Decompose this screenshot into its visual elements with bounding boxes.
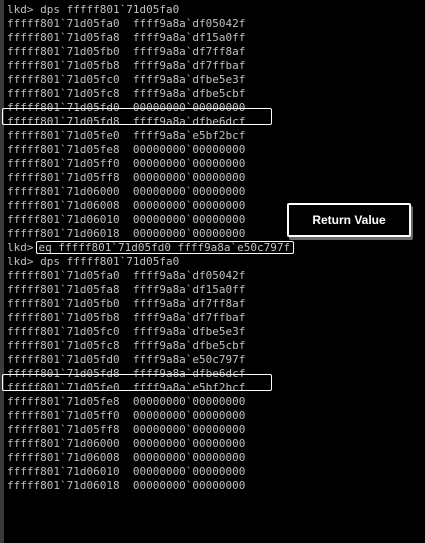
memory-row: fffff801`71d05fa0 ffff9a8a`df05042f [7, 269, 246, 282]
memory-row: fffff801`71d05ff0 00000000`00000000 [7, 157, 246, 170]
memory-row: fffff801`71d06000 00000000`00000000 [7, 437, 246, 450]
memory-row: fffff801`71d05fd8 ffff9a8a`dfbe6dcf [7, 367, 246, 380]
memory-row: fffff801`71d05fb8 ffff9a8a`df7ffbaf [7, 311, 246, 324]
command-line-eq: lkd> eq fffff801`71d05fd0 ffff9a8a`e50c79… [0, 241, 425, 255]
memory-row: fffff801`71d06008 00000000`00000000 [7, 451, 246, 464]
memory-row-highlighted-null: fffff801`71d05fd0 00000000`00000000 [7, 101, 246, 114]
memory-row: fffff801`71d05fa8 ffff9a8a`df15a0ff [7, 283, 246, 296]
command-text: dps fffff801`71d05fa0 [40, 3, 180, 16]
prompt: lkd> [7, 255, 34, 268]
memory-row: fffff801`71d06000 00000000`00000000 [7, 185, 246, 198]
command-line-dps-2: lkd> dps fffff801`71d05fa0 [0, 255, 425, 269]
memory-row-highlighted-return: fffff801`71d05fd0 ffff9a8a`e50c797f [7, 353, 246, 366]
callout-label: Return Value [312, 213, 386, 227]
memory-row: fffff801`71d06010 00000000`00000000 [7, 465, 246, 478]
memory-row: fffff801`71d05ff8 00000000`00000000 [7, 171, 246, 184]
memory-row: fffff801`71d05ff0 00000000`00000000 [7, 409, 246, 422]
command-text: eq fffff801`71d05fd0 ffff9a8a`e50c797f [38, 241, 291, 254]
memory-row: fffff801`71d05fc0 ffff9a8a`dfbe5e3f [7, 73, 246, 86]
memory-row: fffff801`71d05fc8 ffff9a8a`dfbe5cbf [7, 87, 246, 100]
memory-row: fffff801`71d05fd8 ffff9a8a`dfbe6dcf [7, 115, 246, 128]
memory-row: fffff801`71d05fe0 ffff9a8a`e5bf2bcf [7, 129, 246, 142]
memory-row: fffff801`71d05fc8 ffff9a8a`dfbe5cbf [7, 339, 246, 352]
memory-row: fffff801`71d05fe0 ffff9a8a`e5bf2bcf [7, 381, 246, 394]
memory-row: fffff801`71d05fb8 ffff9a8a`df7ffbaf [7, 59, 246, 72]
debugger-console[interactable]: lkd> dps fffff801`71d05fa0 fffff801`71d0… [0, 0, 425, 543]
memory-row: fffff801`71d06018 00000000`00000000 [7, 479, 246, 492]
memory-row: fffff801`71d05fa8 ffff9a8a`df15a0ff [7, 31, 246, 44]
command-line-dps-1: lkd> dps fffff801`71d05fa0 [0, 3, 425, 17]
prompt: lkd> [7, 241, 34, 254]
memory-row: fffff801`71d05fe8 00000000`00000000 [7, 395, 246, 408]
memory-row: fffff801`71d05fa0 ffff9a8a`df05042f [7, 17, 246, 30]
memory-row: fffff801`71d05ff8 00000000`00000000 [7, 423, 246, 436]
command-text: dps fffff801`71d05fa0 [40, 255, 180, 268]
memory-row: fffff801`71d05fb0 ffff9a8a`df7ff8af [7, 297, 246, 310]
memory-row: fffff801`71d05fc0 ffff9a8a`dfbe5e3f [7, 325, 246, 338]
eq-command-highlight: eq fffff801`71d05fd0 ffff9a8a`e50c797f [35, 241, 295, 254]
return-value-callout: Return Value [287, 203, 411, 237]
memory-row: fffff801`71d05fb0 ffff9a8a`df7ff8af [7, 45, 246, 58]
memory-row: fffff801`71d05fe8 00000000`00000000 [7, 143, 246, 156]
prompt: lkd> [7, 3, 34, 16]
